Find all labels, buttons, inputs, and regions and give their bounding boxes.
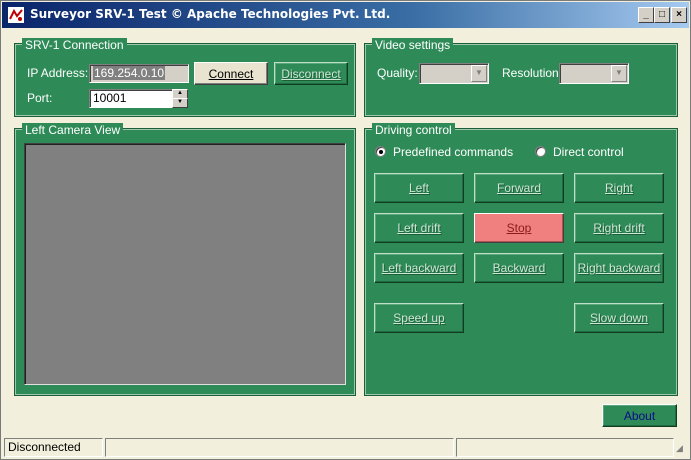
left-backward-button[interactable]: Left backward <box>374 253 464 283</box>
app-window: Surveyor SRV-1 Test © Apache Technologie… <box>0 0 691 460</box>
port-label: Port: <box>27 91 53 105</box>
radio-predefined-commands[interactable] <box>375 146 386 157</box>
status-pane-right <box>456 438 674 457</box>
minimize-button[interactable]: _ <box>638 7 654 23</box>
camera-group-label: Left Camera View <box>22 123 124 137</box>
slow-down-button[interactable]: Slow down <box>574 303 664 333</box>
app-icon[interactable] <box>8 7 24 23</box>
forward-button[interactable]: Forward <box>474 173 564 203</box>
quality-dropdown-arrow[interactable]: ▼ <box>471 65 487 82</box>
quality-select[interactable]: ▼ <box>419 63 489 84</box>
right-button[interactable]: Right <box>574 173 664 203</box>
speed-up-button[interactable]: Speed up <box>374 303 464 333</box>
status-pane-middle <box>105 438 454 457</box>
video-settings-group <box>364 43 678 117</box>
resolution-dropdown-arrow[interactable]: ▼ <box>611 65 627 82</box>
left-drift-button[interactable]: Left drift <box>374 213 464 243</box>
arrow-down-icon: ▼ <box>177 99 183 105</box>
right-backward-button[interactable]: Right backward <box>574 253 664 283</box>
resolution-label: Resolution: <box>502 66 563 80</box>
connect-button[interactable]: Connect <box>194 62 268 85</box>
close-icon: × <box>676 9 682 20</box>
close-button[interactable]: × <box>671 7 687 23</box>
status-pane-connection: Disconnected <box>4 438 103 457</box>
window-title: Surveyor SRV-1 Test © Apache Technologie… <box>30 7 391 21</box>
right-drift-button[interactable]: Right drift <box>574 213 664 243</box>
camera-view <box>24 143 346 385</box>
minimize-icon: _ <box>643 9 649 20</box>
backward-button[interactable]: Backward <box>474 253 564 283</box>
maximize-icon: □ <box>658 9 666 20</box>
title-bar[interactable]: Surveyor SRV-1 Test © Apache Technologie… <box>2 2 689 28</box>
stop-button[interactable]: Stop <box>474 213 564 243</box>
resolution-select[interactable]: ▼ <box>559 63 629 84</box>
chevron-down-icon: ▼ <box>615 68 623 77</box>
maximize-button[interactable]: □ <box>654 7 670 23</box>
left-button[interactable]: Left <box>374 173 464 203</box>
radio-direct-control[interactable] <box>535 146 546 157</box>
ip-address-label: IP Address: <box>27 66 89 80</box>
about-button[interactable]: About <box>602 404 677 427</box>
disconnect-button[interactable]: Disconnect <box>274 62 348 85</box>
quality-label: Quality: <box>377 66 418 80</box>
direct-control-label[interactable]: Direct control <box>553 145 624 159</box>
video-settings-group-label: Video settings <box>372 38 454 52</box>
resize-grip-icon[interactable]: ◢ <box>676 443 683 454</box>
port-spin-down[interactable]: ▼ <box>172 98 188 108</box>
port-input[interactable]: 10001 <box>89 89 173 108</box>
chevron-down-icon: ▼ <box>475 68 483 77</box>
predefined-commands-label[interactable]: Predefined commands <box>393 145 513 159</box>
driving-control-group-label: Driving control <box>372 123 455 137</box>
connection-group-label: SRV-1 Connection <box>22 38 127 52</box>
ip-address-input[interactable]: 169.254.0.10 <box>89 64 189 83</box>
arrow-up-icon: ▲ <box>177 90 183 96</box>
